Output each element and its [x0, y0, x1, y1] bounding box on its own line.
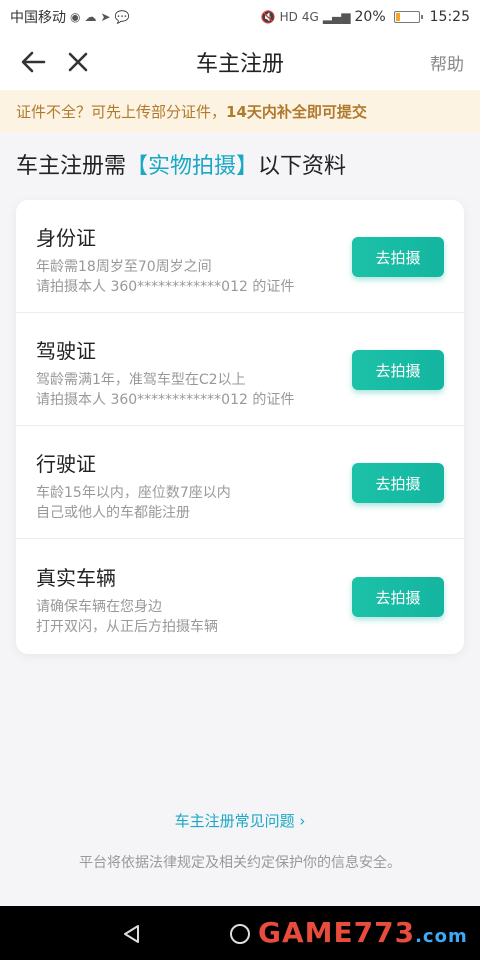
privacy-note: 平台将依据法律规定及相关约定保护你的信息安全。: [79, 855, 401, 871]
document-title: 真实车辆: [36, 566, 116, 590]
document-item-driver-license: 驾驶证 驾龄需满1年，准驾车型在C2以上 请拍摄本人 360**********…: [16, 313, 464, 426]
status-bar: 中国移动 ◉ ☁ ➤ 💬 🔇 HD 4G ▂▄▆ 20% 15:25: [0, 0, 480, 34]
carrier-label: 中国移动: [10, 10, 66, 26]
faq-link[interactable]: 车主注册常见问题 ›: [0, 810, 480, 831]
notice-banner: 证件不全？可先上传部分证件， 14天内补全即可提交: [0, 90, 480, 132]
back-arrow-icon[interactable]: [18, 46, 50, 78]
document-requirement: 车龄15年以内，座位数7座以内: [36, 485, 231, 501]
document-item-id-card: 身份证 年龄需18周岁至70周岁之间 请拍摄本人 360************…: [16, 200, 464, 313]
clock: 15:25: [429, 9, 470, 25]
document-title: 身份证: [36, 226, 96, 250]
documents-card: 身份证 年龄需18周岁至70周岁之间 请拍摄本人 360************…: [16, 200, 464, 654]
watermark-sub: .com: [415, 926, 468, 947]
watermark-logo: GAME773.com: [258, 916, 468, 949]
battery-percent: 20%: [354, 9, 386, 25]
shoot-real-vehicle-button[interactable]: 去拍摄: [352, 577, 444, 617]
shoot-id-card-button[interactable]: 去拍摄: [352, 237, 444, 277]
document-item-real-vehicle: 真实车辆 请确保车辆在您身边 打开双闪，从正后方拍摄车辆 去拍摄: [16, 540, 464, 653]
document-title: 驾驶证: [36, 339, 96, 363]
document-requirement: 驾龄需满1年，准驾车型在C2以上: [36, 372, 246, 388]
battery-fill: [395, 13, 400, 21]
section-heading-prefix: 车主注册需: [16, 154, 127, 179]
app-notification-icon: ◉: [70, 10, 81, 24]
document-hint: 打开双闪，从正后方拍摄车辆: [36, 619, 218, 635]
battery-icon: [393, 11, 423, 23]
notice-highlight: 14天内补全即可提交: [226, 102, 367, 121]
arrow-notification-icon: ➤: [100, 10, 111, 24]
section-heading-highlight: 【实物拍摄】: [126, 154, 259, 179]
document-title: 行驶证: [36, 452, 96, 476]
system-nav-bar: GAME773.com: [0, 906, 480, 960]
document-hint: 请拍摄本人 360************012 的证件: [36, 392, 295, 408]
section-heading-suffix: 以下资料: [258, 154, 347, 179]
cloud-notification-icon: ☁: [84, 10, 97, 24]
document-hint: 自己或他人的车都能注册: [36, 505, 190, 521]
shoot-driver-license-button[interactable]: 去拍摄: [352, 350, 444, 390]
document-requirement: 年龄需18周岁至70周岁之间: [36, 259, 212, 275]
chat-notification-icon: 💬: [114, 10, 130, 24]
signal-icon: ▂▄▆: [322, 10, 351, 24]
shoot-vehicle-license-button[interactable]: 去拍摄: [352, 463, 444, 503]
help-link[interactable]: 帮助: [430, 50, 464, 75]
section-heading: 车主注册需【实物拍摄】以下资料: [16, 148, 346, 180]
system-back-icon[interactable]: [122, 924, 142, 944]
document-requirement: 请确保车辆在您身边: [36, 599, 162, 615]
document-hint: 请拍摄本人 360************012 的证件: [36, 279, 295, 295]
hd-icon: HD: [279, 10, 298, 24]
document-item-vehicle-license: 行驶证 车龄15年以内，座位数7座以内 自己或他人的车都能注册 去拍摄: [16, 426, 464, 539]
notice-text: 证件不全？可先上传部分证件，: [16, 102, 227, 121]
system-home-icon[interactable]: [230, 924, 250, 944]
top-nav-bar: 车主注册 帮助: [0, 34, 480, 90]
network-type-label: 4G: [301, 10, 319, 24]
close-icon[interactable]: [62, 46, 94, 78]
mute-icon: 🔇: [260, 10, 276, 24]
watermark-main: GAME773: [258, 916, 416, 949]
